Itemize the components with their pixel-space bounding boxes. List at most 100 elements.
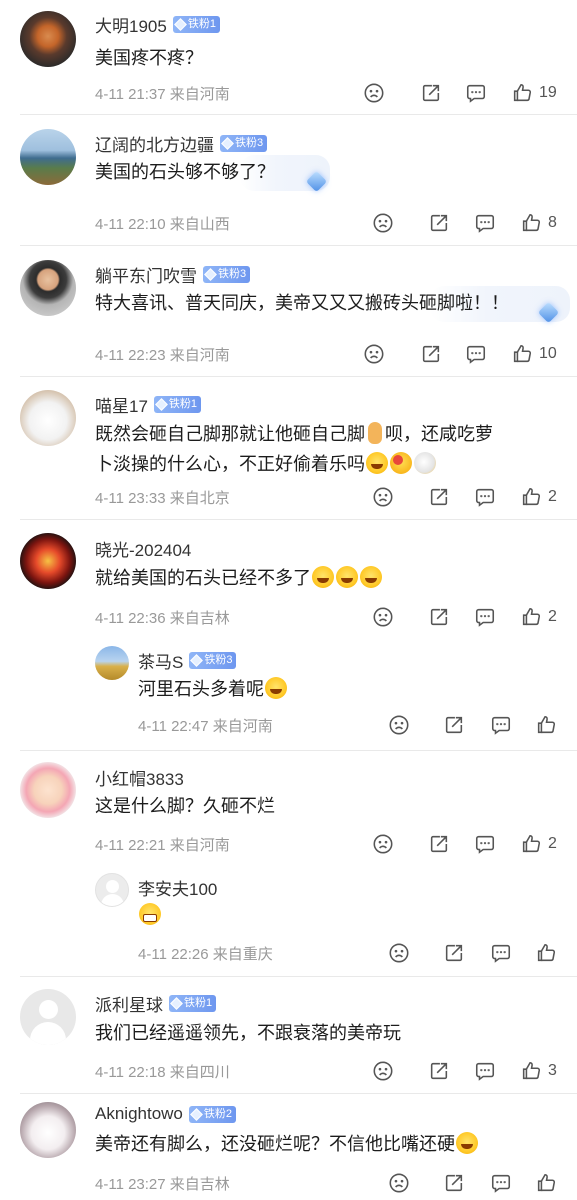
reply-button[interactable] xyxy=(474,604,496,630)
default-avatar-body xyxy=(101,894,124,906)
divider xyxy=(20,114,577,115)
comment-text-part: 就给美国的石头已经不多了 xyxy=(95,568,311,588)
username[interactable]: 小红帽3833 xyxy=(95,765,184,790)
comment-icon xyxy=(490,942,512,964)
username[interactable]: 喵星17 铁粉1 xyxy=(95,392,202,417)
reply-button[interactable] xyxy=(465,341,487,367)
avatar[interactable] xyxy=(20,762,76,818)
username-text[interactable]: Aknightowo xyxy=(95,1104,183,1124)
username-text[interactable]: 小红帽3833 xyxy=(95,765,184,790)
username[interactable]: 晓光-202404 xyxy=(95,536,191,561)
like-button[interactable] xyxy=(535,940,557,966)
like-button[interactable]: 19 xyxy=(511,80,557,106)
username-text[interactable]: 晓光-202404 xyxy=(95,536,191,561)
share-button[interactable] xyxy=(428,604,450,630)
reply-button[interactable] xyxy=(474,484,496,510)
divider xyxy=(20,519,577,520)
dislike-button[interactable] xyxy=(372,831,394,857)
like-button[interactable] xyxy=(535,1170,557,1196)
comment-icon xyxy=(490,714,512,736)
reply-button[interactable] xyxy=(490,1170,512,1196)
username-text[interactable]: 大明1905 xyxy=(95,12,167,37)
reply-button[interactable] xyxy=(490,712,512,738)
like-count: 3 xyxy=(548,1062,557,1079)
share-button[interactable] xyxy=(420,80,442,106)
avatar[interactable] xyxy=(20,11,76,67)
avatar[interactable] xyxy=(20,129,76,185)
like-button[interactable]: 8 xyxy=(520,210,557,236)
username-text[interactable]: 李安夫100 xyxy=(138,875,217,900)
avatar[interactable] xyxy=(20,260,76,316)
avatar[interactable] xyxy=(95,646,129,680)
username-text[interactable]: 喵星17 xyxy=(95,392,148,417)
doge-emoji-icon xyxy=(414,452,436,474)
laugh-cry-emoji-icon xyxy=(366,452,388,474)
fan-badge: 铁粉3 xyxy=(203,266,251,283)
like-button[interactable]: 2 xyxy=(520,831,557,857)
dislike-button[interactable] xyxy=(372,604,394,630)
diamond-icon xyxy=(190,654,204,667)
share-button[interactable] xyxy=(443,940,465,966)
reply-button[interactable] xyxy=(474,831,496,857)
reply-button[interactable] xyxy=(474,1058,496,1084)
like-button[interactable]: 2 xyxy=(520,484,557,510)
avatar[interactable] xyxy=(20,989,76,1045)
divider xyxy=(20,1093,577,1094)
comment-icon xyxy=(490,1172,512,1194)
username-text[interactable]: 躺平东门吹雪 xyxy=(95,262,197,287)
username-text[interactable]: 辽阔的北方边疆 xyxy=(95,131,214,156)
dislike-button[interactable] xyxy=(388,1170,410,1196)
diamond-icon xyxy=(221,137,234,150)
dislike-button[interactable] xyxy=(363,80,385,106)
comment-text: 我们已经遥遥领先，不跟衰落的美帝玩 xyxy=(95,1023,401,1043)
username-text[interactable]: 茶马S xyxy=(138,648,183,673)
badge-label: 铁粉3 xyxy=(204,654,233,666)
share-button[interactable] xyxy=(428,831,450,857)
dislike-button[interactable] xyxy=(372,484,394,510)
like-button[interactable]: 10 xyxy=(511,341,557,367)
reply-button[interactable] xyxy=(465,80,487,106)
share-button[interactable] xyxy=(420,341,442,367)
dislike-button[interactable] xyxy=(372,1058,394,1084)
avatar[interactable] xyxy=(20,390,76,446)
comment-icon xyxy=(474,212,496,234)
username[interactable]: 茶马S 铁粉3 xyxy=(138,648,237,673)
reply-button[interactable] xyxy=(474,210,496,236)
laugh-cry-emoji-icon xyxy=(336,566,358,588)
username[interactable]: Aknightowo 铁粉2 xyxy=(95,1104,237,1124)
username[interactable]: 辽阔的北方边疆 铁粉3 xyxy=(95,131,268,156)
comment-text: 美帝还有脚么，还没砸烂呢？不信他比嘴还硬 xyxy=(95,1129,479,1159)
avatar[interactable] xyxy=(20,1102,76,1158)
like-button[interactable] xyxy=(535,712,557,738)
username[interactable]: 李安夫100 xyxy=(138,875,217,900)
share-button[interactable] xyxy=(428,1058,450,1084)
share-button[interactable] xyxy=(443,712,465,738)
username[interactable]: 躺平东门吹雪 铁粉3 xyxy=(95,262,251,287)
diamond-icon xyxy=(173,18,187,31)
divider xyxy=(20,376,577,377)
username[interactable]: 大明1905 铁粉1 xyxy=(95,12,220,37)
dislike-button[interactable] xyxy=(388,940,410,966)
username-text[interactable]: 派利星球 xyxy=(95,991,163,1016)
diamond-sticker-icon xyxy=(538,302,560,324)
like-button[interactable]: 3 xyxy=(520,1058,557,1084)
avatar[interactable] xyxy=(20,533,76,589)
thumbs-up-icon xyxy=(535,714,557,736)
like-button[interactable]: 2 xyxy=(520,604,557,630)
share-button[interactable] xyxy=(428,210,450,236)
share-icon xyxy=(428,1060,450,1082)
comment-text: 既然会砸自己脚那就让他砸自己脚 呗，还咸吃萝 xyxy=(95,419,493,449)
dislike-button[interactable] xyxy=(388,712,410,738)
sad-face-icon xyxy=(363,343,385,365)
sad-face-icon xyxy=(388,942,410,964)
share-button[interactable] xyxy=(443,1170,465,1196)
share-button[interactable] xyxy=(428,484,450,510)
dislike-button[interactable] xyxy=(372,210,394,236)
comment-text-part: 呗，还咸吃萝 xyxy=(385,424,493,444)
dislike-button[interactable] xyxy=(363,341,385,367)
avatar[interactable] xyxy=(95,873,129,907)
divider xyxy=(20,245,577,246)
laugh-cry-emoji-icon xyxy=(265,677,287,699)
reply-button[interactable] xyxy=(490,940,512,966)
username[interactable]: 派利星球 铁粉1 xyxy=(95,991,217,1016)
